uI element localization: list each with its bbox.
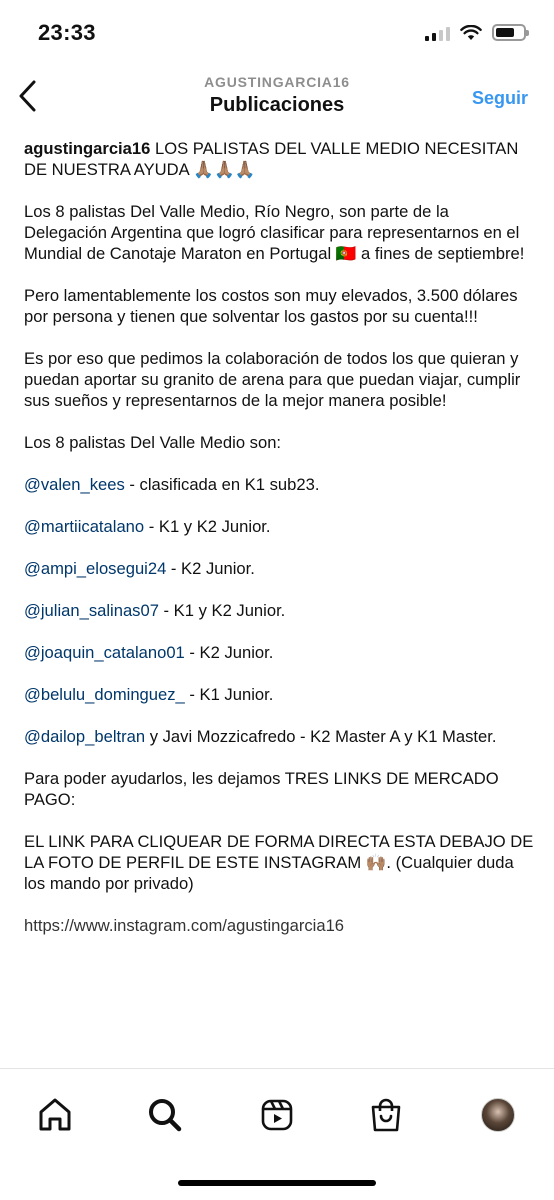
athlete-mention[interactable]: @ampi_elosegui24: [24, 559, 166, 578]
caption-paragraph-2: Pero lamentablemente los costos son muy …: [24, 286, 518, 326]
caption-paragraph-5: Para poder ayudarlos, les dejamos TRES L…: [24, 769, 499, 809]
tab-home[interactable]: [33, 1093, 77, 1137]
status-time: 23:33: [38, 20, 96, 45]
reels-icon: [261, 1099, 293, 1131]
battery-icon: [492, 24, 529, 41]
wifi-icon: [460, 24, 482, 40]
profile-avatar: [481, 1098, 515, 1132]
athlete-detail: - K2 Junior.: [184, 643, 274, 662]
athlete-detail: - K1 Junior.: [184, 685, 274, 704]
athlete-detail: - K1 y K2 Junior.: [144, 517, 271, 536]
caption-paragraph-6: EL LINK PARA CLIQUEAR DE FORMA DIRECTA E…: [24, 832, 534, 893]
caption-author[interactable]: agustingarcia16: [24, 139, 150, 158]
caption-paragraph-3: Es por eso que pedimos la colaboración d…: [24, 349, 521, 410]
athlete-line: @ampi_elosegui24 - K2 Junior.: [24, 558, 534, 579]
athlete-detail: - clasificada en K1 sub23.: [124, 475, 320, 494]
athlete-detail: y Javi Mozzicafredo - K2 Master A y K1 M…: [145, 727, 497, 746]
header-username: AGUSTINGARCIA16: [204, 74, 350, 90]
post-caption: agustingarcia16 LOS PALISTAS DEL VALLE M…: [24, 138, 534, 1073]
follow-button[interactable]: Seguir: [472, 88, 528, 109]
status-icons: [425, 24, 529, 41]
athlete-mention[interactable]: @dailop_beltran: [24, 727, 145, 746]
athlete-line: @joaquin_catalano01 - K2 Junior.: [24, 642, 534, 663]
athlete-mention[interactable]: @julian_salinas07: [24, 601, 159, 620]
caption-paragraph-4: Los 8 palistas Del Valle Medio son:: [24, 433, 282, 452]
home-icon: [39, 1098, 71, 1131]
tab-reels[interactable]: [255, 1093, 299, 1137]
nav-header: AGUSTINGARCIA16 Publicaciones Seguir: [0, 68, 554, 130]
athlete-detail: - K1 y K2 Junior.: [158, 601, 286, 620]
nav-titles: AGUSTINGARCIA16 Publicaciones: [0, 74, 554, 117]
signal-icon: [425, 25, 450, 41]
athlete-mention[interactable]: @martiicatalano: [24, 517, 144, 536]
shop-icon: [371, 1098, 401, 1132]
athlete-mention[interactable]: @joaquin_catalano01: [24, 643, 185, 662]
caption-link-partial[interactable]: https://www.instagram.com/agustingarcia1…: [24, 915, 534, 936]
athlete-mention[interactable]: @valen_kees: [24, 475, 125, 494]
athlete-line: @belulu_dominguez_ - K1 Junior.: [24, 684, 534, 705]
page-title: Publicaciones: [209, 94, 345, 116]
tab-search[interactable]: [143, 1093, 187, 1137]
athlete-line: @julian_salinas07 - K1 y K2 Junior.: [24, 600, 534, 621]
athlete-line: @martiicatalano - K1 y K2 Junior.: [24, 516, 534, 537]
home-indicator: [178, 1180, 376, 1186]
search-icon: [149, 1099, 182, 1132]
athlete-line: @dailop_beltran y Javi Mozzicafredo - K2…: [24, 726, 534, 747]
tab-shop[interactable]: [364, 1093, 408, 1137]
tab-profile[interactable]: [476, 1093, 520, 1137]
status-bar: 23:33: [0, 0, 554, 68]
athlete-line: @valen_kees - clasificada en K1 sub23.: [24, 474, 534, 495]
caption-paragraph-1: Los 8 palistas Del Valle Medio, Río Negr…: [24, 202, 525, 263]
athlete-mention[interactable]: @belulu_dominguez_: [24, 685, 185, 704]
caption-intro: agustingarcia16 LOS PALISTAS DEL VALLE M…: [24, 138, 534, 180]
athlete-detail: - K2 Junior.: [166, 559, 255, 578]
